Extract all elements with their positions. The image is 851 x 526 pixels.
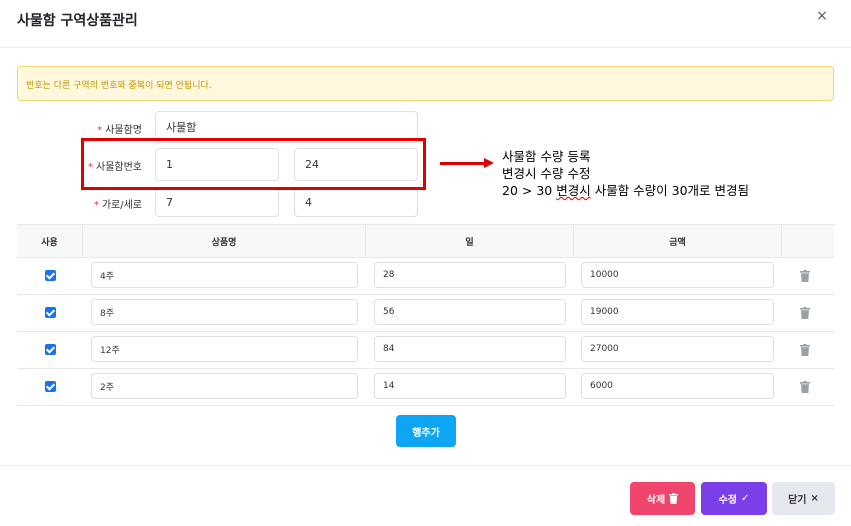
table-row: 8주 56 19000 [17, 295, 834, 332]
use-checkbox[interactable] [45, 381, 56, 392]
footer-divider [0, 465, 851, 466]
table-row: 2주 14 6000 [17, 369, 834, 406]
table-row: 4주 28 10000 [17, 258, 834, 295]
trash-icon[interactable] [800, 270, 810, 282]
product-input[interactable]: 12주 [91, 336, 358, 362]
product-input[interactable]: 4주 [91, 262, 358, 288]
product-input[interactable]: 2주 [91, 373, 358, 399]
delete-button[interactable]: 삭제 [630, 482, 695, 515]
size-label: * 가로/세로 [93, 200, 142, 211]
note-line-3: 20 > 30 변경시 사물함 수량이 30개로 변경됨 [502, 183, 750, 198]
width-field[interactable]: 7 [155, 187, 279, 217]
trash-icon[interactable] [800, 344, 810, 356]
arrow-line [440, 162, 486, 165]
modal-title: 사물함 구역상품관리 [17, 13, 138, 29]
trash-icon[interactable] [800, 381, 810, 393]
price-input[interactable]: 10000 [581, 262, 774, 288]
close-icon[interactable]: × [815, 8, 829, 28]
modal-header: 사물함 구역상품관리 × [0, 0, 851, 48]
warning-alert: 번호는 다른 구역의 번호와 중복이 되면 안됩니다. [17, 66, 834, 101]
edit-button-label: 수정 [718, 495, 737, 506]
height-field[interactable]: 4 [294, 187, 418, 217]
trash-icon[interactable] [800, 307, 810, 319]
header-product: 상품명 [83, 225, 366, 258]
days-input[interactable]: 56 [374, 299, 566, 325]
product-input[interactable]: 8주 [91, 299, 358, 325]
table-header: 사용 상품명 일 금액 [17, 224, 834, 258]
price-input[interactable]: 19000 [581, 299, 774, 325]
header-days: 일 [366, 225, 574, 258]
close-button[interactable]: 닫기 × [772, 482, 835, 515]
arrow-head-icon [484, 158, 494, 168]
close-button-label: 닫기 [788, 495, 807, 506]
alert-text: 번호는 다른 구역의 번호와 중복이 되면 안됩니다. [26, 81, 212, 91]
check-icon: ✓ [741, 493, 750, 504]
add-row-button[interactable]: 행추가 [396, 415, 456, 447]
days-input[interactable]: 14 [374, 373, 566, 399]
edit-button[interactable]: 수정 ✓ [701, 482, 767, 515]
use-checkbox[interactable] [45, 344, 56, 355]
days-input[interactable]: 84 [374, 336, 566, 362]
days-input[interactable]: 28 [374, 262, 566, 288]
price-input[interactable]: 27000 [581, 336, 774, 362]
trash-icon [669, 493, 679, 504]
price-input[interactable]: 6000 [581, 373, 774, 399]
table-row: 12주 84 27000 [17, 332, 834, 369]
header-use: 사용 [17, 225, 83, 258]
header-price: 금액 [574, 225, 782, 258]
locker-name-label: * 사물함명 [97, 125, 142, 136]
delete-button-label: 삭제 [646, 495, 666, 506]
use-checkbox[interactable] [45, 307, 56, 318]
close-icon: × [810, 493, 819, 504]
highlight-box [81, 138, 426, 190]
use-checkbox[interactable] [45, 270, 56, 281]
